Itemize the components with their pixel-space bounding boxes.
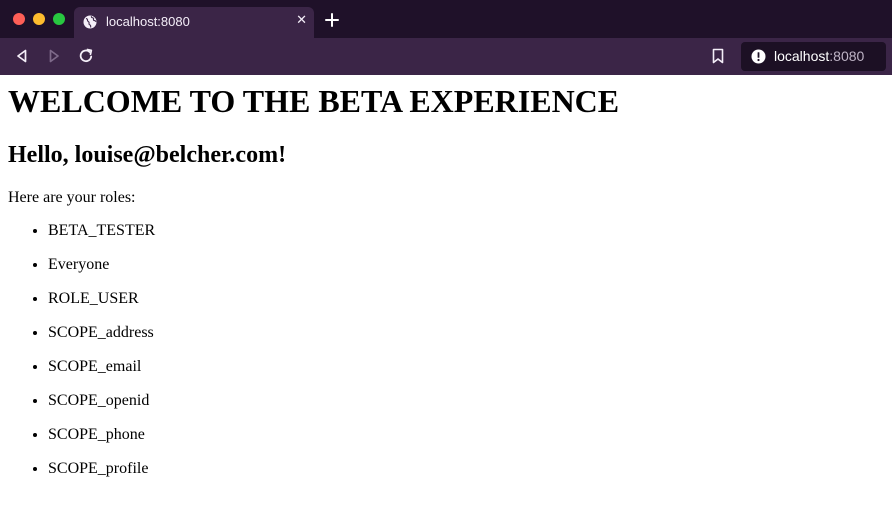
role-item: SCOPE_email (48, 357, 155, 391)
url-host: localhost (774, 48, 830, 64)
forward-icon[interactable] (45, 47, 63, 65)
bookmark-icon[interactable] (709, 47, 727, 65)
reload-icon[interactable] (77, 47, 95, 65)
role-item: BETA_TESTER (48, 221, 155, 255)
browser-toolbar: localhost:8080 (0, 38, 892, 75)
tab-title: localhost:8080 (106, 14, 190, 29)
role-item: SCOPE_openid (48, 391, 155, 425)
roles-list: BETA_TESTER Everyone ROLE_USER SCOPE_add… (8, 221, 155, 493)
address-bar[interactable]: localhost:8080 (741, 42, 886, 71)
role-item: SCOPE_phone (48, 425, 155, 459)
page-content: WELCOME TO THE BETA EXPERIENCE Hello, lo… (0, 75, 892, 525)
browser-tab[interactable]: localhost:8080 ✕ (74, 7, 314, 38)
globe-icon (83, 15, 97, 29)
address-bar-url: localhost:8080 (774, 48, 864, 64)
url-port: :8080 (829, 48, 865, 64)
browser-tab-bar: localhost:8080 ✕ (0, 0, 892, 38)
info-icon[interactable] (751, 49, 766, 64)
back-icon[interactable] (13, 47, 31, 65)
role-item: ROLE_USER (48, 289, 155, 323)
role-item: SCOPE_address (48, 323, 155, 357)
roles-intro: Here are your roles: (8, 189, 136, 206)
role-item: Everyone (48, 255, 155, 289)
minimize-window-button[interactable] (33, 13, 45, 25)
plus-icon[interactable] (321, 9, 343, 31)
close-window-button[interactable] (13, 13, 25, 25)
page-heading: WELCOME TO THE BETA EXPERIENCE (8, 83, 620, 119)
close-tab-icon[interactable]: ✕ (296, 12, 307, 30)
user-greeting: Hello, louise@belcher.com! (8, 142, 287, 168)
role-item: SCOPE_profile (48, 459, 155, 493)
zoom-window-button[interactable] (53, 13, 65, 25)
